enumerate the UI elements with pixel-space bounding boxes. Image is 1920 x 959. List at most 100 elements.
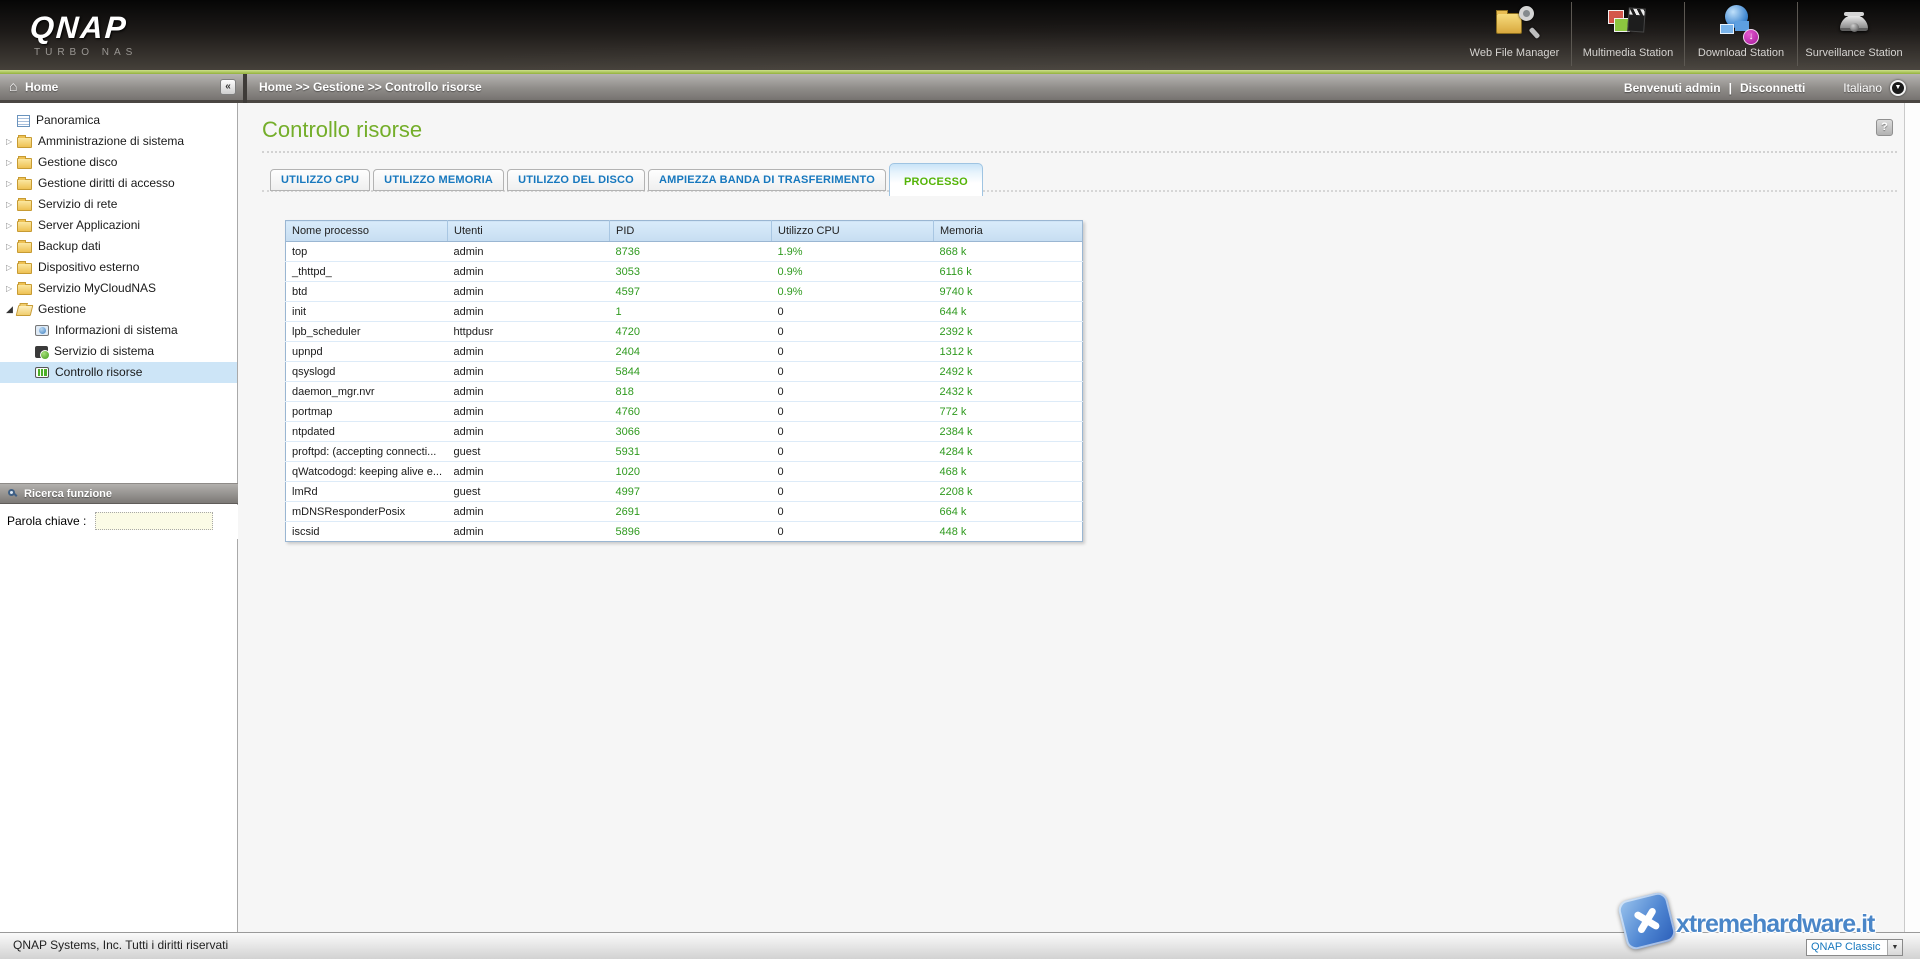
folder-icon: [17, 179, 32, 190]
cell-utilizzo-cpu: 0.9%: [772, 262, 934, 282]
table-row[interactable]: ntpdatedadmin306602384 k: [286, 422, 1083, 442]
sidebar-header-title: Home: [25, 80, 58, 94]
welcome-separator: |: [1729, 81, 1732, 95]
cell-nome-processo: portmap: [286, 402, 448, 422]
tree-collapsed-icon[interactable]: ▷: [6, 152, 17, 173]
logout-link[interactable]: Disconnetti: [1740, 81, 1805, 95]
folder-icon: [17, 221, 32, 232]
cell-nome-processo: lmRd: [286, 482, 448, 502]
table-row[interactable]: topadmin87361.9%868 k: [286, 242, 1083, 262]
tab-ampiezza-banda-di-trasferimento[interactable]: AMPIEZZA BANDA DI TRASFERIMENTO: [648, 169, 886, 191]
app-shortcut-multimedia-station[interactable]: Multimedia Station: [1571, 2, 1684, 66]
sidebar-item-panoramica[interactable]: Panoramica: [0, 110, 237, 131]
cell-utenti: admin: [448, 402, 610, 422]
cell-utilizzo-cpu: 0: [772, 402, 934, 422]
tab-utilizzo-cpu[interactable]: UTILIZZO CPU: [270, 169, 370, 191]
sidebar-item-dispositivo-esterno[interactable]: ▷Dispositivo esterno: [0, 257, 237, 278]
cell-utenti: admin: [448, 362, 610, 382]
tab-processo[interactable]: PROCESSO: [889, 163, 983, 196]
column-header-utilizzo-cpu: Utilizzo CPU: [772, 221, 934, 242]
table-row[interactable]: initadmin10644 k: [286, 302, 1083, 322]
sidebar-item-server-applicazioni[interactable]: ▷Server Applicazioni: [0, 215, 237, 236]
tab-utilizzo-memoria[interactable]: UTILIZZO MEMORIA: [373, 169, 504, 191]
breadcrumb[interactable]: Home >> Gestione >> Controllo risorse: [259, 80, 482, 94]
sidebar-header: ⌂ Home «: [0, 74, 243, 103]
table-row[interactable]: lmRdguest499702208 k: [286, 482, 1083, 502]
keyword-input[interactable]: [95, 512, 213, 530]
table-row[interactable]: qWatcodogd: keeping alive e...admin10200…: [286, 462, 1083, 482]
app-shortcut-surveillance-station[interactable]: Surveillance Station: [1797, 2, 1910, 66]
tree-expanded-icon[interactable]: ◢: [6, 299, 17, 320]
tree-collapsed-icon[interactable]: ▷: [6, 236, 17, 257]
folder-icon: [17, 263, 32, 274]
cell-utenti: admin: [448, 422, 610, 442]
scroll-track[interactable]: [1904, 103, 1920, 932]
table-row[interactable]: btdadmin45970.9%9740 k: [286, 282, 1083, 302]
cell-pid: 5931: [610, 442, 772, 462]
xtremehardware-text: xtremehardware.it: [1676, 910, 1874, 939]
system-info-icon: [35, 325, 49, 336]
sidebar-item-servizio-di-sistema[interactable]: Servizio di sistema: [0, 341, 237, 362]
cell-nome-processo: _thttpd_: [286, 262, 448, 282]
cell-utenti: admin: [448, 522, 610, 542]
tab-bar: UTILIZZO CPUUTILIZZO MEMORIAUTILIZZO DEL…: [270, 162, 983, 196]
cell-utilizzo-cpu: 0: [772, 362, 934, 382]
sidebar-item-gestione-diritti-di-accesso[interactable]: ▷Gestione diritti di accesso: [0, 173, 237, 194]
resource-monitor-icon: [35, 367, 49, 378]
sidebar-item-label: Controllo risorse: [55, 362, 142, 383]
tree-collapsed-icon[interactable]: ▷: [6, 194, 17, 215]
table-row[interactable]: _thttpd_admin30530.9%6116 k: [286, 262, 1083, 282]
sidebar-item-servizio-mycloudnas[interactable]: ▷Servizio MyCloudNAS: [0, 278, 237, 299]
table-row[interactable]: lpb_schedulerhttpdusr472002392 k: [286, 322, 1083, 342]
cell-memoria: 2392 k: [934, 322, 1083, 342]
sidebar-item-gestione-disco[interactable]: ▷Gestione disco: [0, 152, 237, 173]
table-row[interactable]: proftpd: (accepting connecti...guest5931…: [286, 442, 1083, 462]
sidebar-item-label: Backup dati: [38, 236, 101, 257]
sidebar-item-servizio-di-rete[interactable]: ▷Servizio di rete: [0, 194, 237, 215]
table-row[interactable]: mDNSResponderPosixadmin26910664 k: [286, 502, 1083, 522]
folder-icon: [17, 284, 32, 295]
language-dropdown-button[interactable]: ▼: [1890, 80, 1906, 96]
cell-nome-processo: daemon_mgr.nvr: [286, 382, 448, 402]
sidebar-collapse-button[interactable]: «: [220, 79, 236, 95]
sidebar-item-backup-dati[interactable]: ▷ Backup dati: [0, 236, 237, 257]
search-icon: [8, 489, 15, 496]
tree-collapsed-icon[interactable]: ▷: [6, 257, 17, 278]
sidebar-item-amministrazione-di-sistema[interactable]: ▷Amministrazione di sistema: [0, 131, 237, 152]
tree-collapsed-icon[interactable]: ▷: [6, 278, 17, 299]
table-row[interactable]: qsyslogdadmin584402492 k: [286, 362, 1083, 382]
cell-pid: 2404: [610, 342, 772, 362]
cell-pid: 1020: [610, 462, 772, 482]
sidebar-item-gestione[interactable]: ◢Gestione: [0, 299, 237, 320]
cell-pid: 3066: [610, 422, 772, 442]
cell-memoria: 1312 k: [934, 342, 1083, 362]
cell-utenti: admin: [448, 382, 610, 402]
function-search-panel: Parola chiave :: [0, 505, 238, 539]
sidebar-item-label: Informazioni di sistema: [55, 320, 178, 341]
tree-collapsed-icon[interactable]: ▷: [6, 215, 17, 236]
app-shortcut-download-station[interactable]: Download Station: [1684, 2, 1797, 66]
tree-collapsed-icon[interactable]: ▷: [6, 173, 17, 194]
tree-collapsed-icon[interactable]: ▷: [6, 131, 17, 152]
cell-nome-processo: top: [286, 242, 448, 262]
sidebar-item-controllo-risorse[interactable]: Controllo risorse: [0, 362, 237, 383]
cell-utilizzo-cpu: 0: [772, 322, 934, 342]
table-row[interactable]: portmapadmin47600772 k: [286, 402, 1083, 422]
help-button[interactable]: ?: [1876, 119, 1893, 136]
column-header-nome-processo: Nome processo: [286, 221, 448, 242]
folder-icon: [17, 137, 32, 148]
cell-memoria: 664 k: [934, 502, 1083, 522]
table-row[interactable]: upnpdadmin240401312 k: [286, 342, 1083, 362]
table-row[interactable]: daemon_mgr.nvradmin81802432 k: [286, 382, 1083, 402]
cell-memoria: 6116 k: [934, 262, 1083, 282]
cell-utenti: admin: [448, 462, 610, 482]
cell-utenti: guest: [448, 442, 610, 462]
sidebar-item-informazioni-di-sistema[interactable]: Informazioni di sistema: [0, 320, 237, 341]
process-table-body: topadmin87361.9%868 k_thttpd_admin30530.…: [286, 242, 1083, 542]
tab-utilizzo-del-disco[interactable]: UTILIZZO DEL DISCO: [507, 169, 645, 191]
table-row[interactable]: iscsidadmin58960448 k: [286, 522, 1083, 542]
app-shortcut-label: Download Station: [1685, 47, 1797, 59]
title-separator: [262, 151, 1897, 153]
xtremehardware-logo-icon: [1617, 891, 1678, 952]
app-shortcut-web-file-manager[interactable]: Web File Manager: [1458, 2, 1571, 66]
